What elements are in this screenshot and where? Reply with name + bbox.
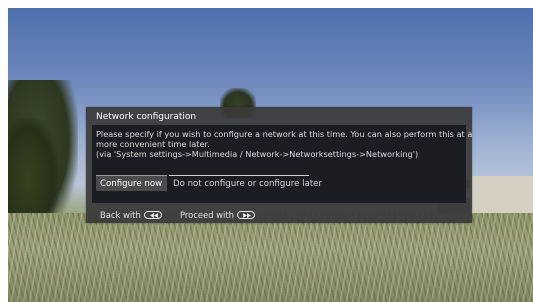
dialog-message: Please specify if you wish to configure …: [96, 129, 473, 159]
back-hint[interactable]: Back with: [100, 209, 162, 221]
dialog-body: Please specify if you wish to configure …: [92, 125, 473, 203]
configure-now-button[interactable]: Configure now: [96, 175, 167, 191]
dialog-button-row: Configure now Do not configure or config…: [96, 175, 462, 191]
message-line: more convenient time later.: [96, 139, 210, 149]
dialog-title: Network configuration: [96, 112, 197, 122]
fast-forward-key-icon: [236, 210, 255, 219]
tv-screen: Network configuration Please specify if …: [8, 8, 533, 302]
background-house: [470, 176, 533, 216]
network-configuration-dialog: Network configuration Please specify if …: [86, 107, 472, 223]
background-shrubs: [8, 213, 533, 302]
message-line: (via 'System settings->Multimedia / Netw…: [96, 149, 419, 159]
rewind-key-icon: [143, 210, 162, 219]
proceed-hint[interactable]: Proceed with: [180, 209, 255, 221]
configure-later-button[interactable]: Do not configure or configure later: [169, 175, 322, 191]
back-label: Back with: [100, 210, 141, 220]
proceed-label: Proceed with: [180, 210, 234, 220]
message-line: Please specify if you wish to configure …: [96, 129, 473, 139]
